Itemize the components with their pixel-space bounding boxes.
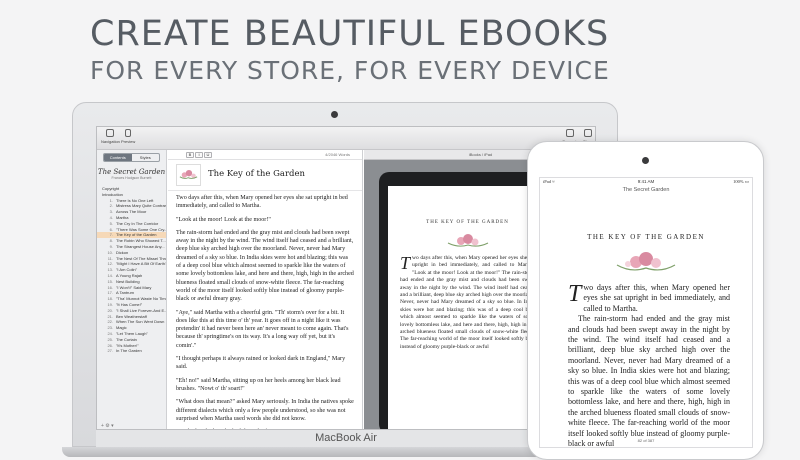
share-icon — [584, 129, 593, 137]
laptop-camera — [331, 111, 338, 118]
editor-paragraph[interactable]: "What does that mean?" asked Mary seriou… — [176, 398, 354, 423]
bold-button[interactable]: B — [186, 152, 194, 158]
laptop-brand: MacBook Air — [96, 430, 596, 447]
toc-chapter-title: Nest Building — [116, 278, 140, 284]
toc-chapter-title: Across The Moor — [116, 209, 147, 215]
preview-label: Preview — [121, 139, 136, 144]
headline-title: CREATE BEAUTIFUL EBOOKS — [90, 14, 610, 54]
toc-chapter-number: 27. — [107, 348, 113, 354]
toc-chapter-title: "It Has Come!" — [116, 301, 143, 307]
headline: CREATE BEAUTIFUL EBOOKS FOR EVERY STORE,… — [90, 14, 610, 86]
word-count: 4/2046 Words — [325, 152, 350, 157]
table-of-contents: Copyright Introduction 1. There Is No One L… — [97, 186, 166, 354]
toc-chapter-title: When The Sun Went Down — [116, 319, 165, 325]
toc-chapter-title: "I Won't!" Said Mary — [116, 284, 152, 290]
ipad-screen: iPad ≈ 9:41 AM 100% ▭ The Secret Garden … — [539, 177, 753, 448]
toc-chapter-title: "I Am Colin" — [116, 267, 138, 273]
toc-chapter-title: A Young Rajah — [116, 272, 143, 278]
ipad-book-title: The Secret Garden — [622, 187, 670, 193]
chapter-title[interactable]: The Key of the Garden — [208, 169, 305, 179]
app-window: Navigation Preview Generate Share Conten… — [96, 126, 596, 430]
toc-chapter-title: "Tha' Munnot Waste No Time" — [116, 296, 166, 302]
editor-paragraph[interactable]: "Aye," said Martha with a cheerful grin.… — [176, 309, 354, 350]
preview-text: wo days after this, when Mary opened her… — [400, 255, 535, 350]
editor-paragraph[interactable]: Two days after this, when Mary opened he… — [176, 194, 354, 211]
headline-subtitle: FOR EVERY STORE, FOR EVERY DEVICE — [90, 56, 610, 85]
sidebar: Contents Styles The Secret Garden France… — [97, 150, 167, 429]
app-toolbar: Navigation Preview Generate Share — [97, 127, 595, 150]
toc-chapter-title: The Cry In The Corridor — [116, 220, 159, 226]
toc-chapter-title: The Key of the Garden — [116, 232, 157, 238]
ipad-page-indicator: 82 of 387 — [637, 438, 655, 443]
navigation-label: Navigation — [101, 139, 120, 144]
ipad-device: iPad ≈ 9:41 AM 100% ▭ The Secret Garden … — [527, 141, 764, 460]
tab-contents[interactable]: Contents — [104, 154, 132, 161]
preview-chapter-heading: THE KEY OF THE GARDEN — [426, 220, 509, 225]
toc-chapter-title: A Tantrum — [116, 290, 134, 296]
toc-chapter-title: The Strangest House Any... — [116, 243, 165, 249]
sidebar-footer-controls[interactable]: + ⚙ ▾ — [101, 423, 114, 429]
sidebar-segmented-control: Contents Styles — [103, 153, 160, 162]
toc-chapter-title: Mistress Mary Quite Contrary — [116, 203, 166, 209]
ipad-dropcap: T — [568, 281, 582, 307]
editor-paragraph[interactable]: "Eh! no!" said Martha, sitting up on her… — [176, 377, 354, 394]
editor-paragraph[interactable]: The rain-storm had ended and the gray mi… — [176, 229, 354, 304]
download-icon — [566, 129, 575, 137]
editor-paragraph[interactable]: "Look at the moor! Look at the moor!" — [176, 216, 354, 224]
format-buttons: B I U — [186, 152, 212, 158]
floral-ornament-icon — [616, 252, 676, 271]
italic-button[interactable]: I — [195, 152, 203, 158]
sidebar-icon — [106, 129, 115, 137]
battery-status: 100% ▭ — [733, 179, 749, 184]
editor-pane: B I U 4/2046 Words The Key of the Garden… — [168, 150, 363, 429]
toc-chapter-title: The Nest Of The Missel Thrush — [116, 255, 166, 261]
toc-chapter-title: Dickon — [116, 249, 129, 255]
preview-button[interactable]: Preview — [121, 129, 135, 144]
book-author: Frances Hodgson Burnett — [111, 176, 152, 180]
toc-chapter-title: The Robin Who Showed T... — [116, 238, 166, 244]
toc-chapter-title: "There Was Some One Cry... — [116, 226, 166, 232]
ipad-status-bar: iPad ≈ 9:41 AM 100% ▭ — [540, 178, 752, 186]
preview-dropcap: T — [400, 253, 411, 273]
book-title: The Secret Garden — [97, 168, 166, 176]
underline-button[interactable]: U — [204, 152, 212, 158]
ipad-camera — [642, 157, 649, 164]
editor-paragraph[interactable]: "I thought perhaps it always rained or l… — [176, 355, 354, 372]
preview-body-text: Two days after this, when Mary opened he… — [400, 253, 535, 351]
navigation-button[interactable]: Navigation — [101, 129, 120, 144]
ipad-chapter-heading: THE KEY OF THE GARDEN — [587, 233, 705, 241]
toc-chapter-title: Magic — [116, 325, 127, 331]
chapter-header: The Key of the Garden — [168, 160, 362, 191]
floral-ornament-icon[interactable] — [176, 164, 201, 186]
chapter-text-editor[interactable]: Two days after this, when Mary opened he… — [168, 191, 362, 429]
ipad-body-text: Two days after this, when Mary opened he… — [540, 281, 752, 448]
toc-chapter-title: Ben Weatherstaff — [116, 313, 147, 319]
toc-chapter-title: There Is No One Left — [116, 197, 154, 203]
toc-chapter-title: "I Shall Live Forever-And E... — [116, 307, 166, 313]
preview-page: THE KEY OF THE GARDEN Two days after thi… — [388, 186, 545, 429]
toc-chapter-title: In The Garden — [116, 348, 142, 354]
tab-styles[interactable]: Styles — [132, 154, 160, 161]
ipad-paragraph-2: The rain-storm had ended and the gray mi… — [568, 314, 730, 448]
toc-chapter-title: The Curtain — [116, 336, 137, 342]
toc-chapter-title: "It's Mother!" — [116, 342, 139, 348]
floral-ornament-icon — [447, 234, 488, 247]
toc-chapter-item[interactable]: 27. In The Garden — [97, 348, 166, 354]
format-bar: B I U 4/2046 Words — [168, 150, 362, 160]
toc-chapter-title: Martha — [116, 214, 129, 220]
toc-chapter-title: "Let Them Laugh" — [116, 330, 148, 336]
device-icon — [125, 129, 132, 137]
ipad-paragraph-1: wo days after this, when Mary opened her… — [583, 283, 730, 313]
status-time: 9:41 AM — [637, 179, 655, 184]
toc-chapter-title: "Might I Have A Bit Of Earth?" — [116, 261, 166, 267]
